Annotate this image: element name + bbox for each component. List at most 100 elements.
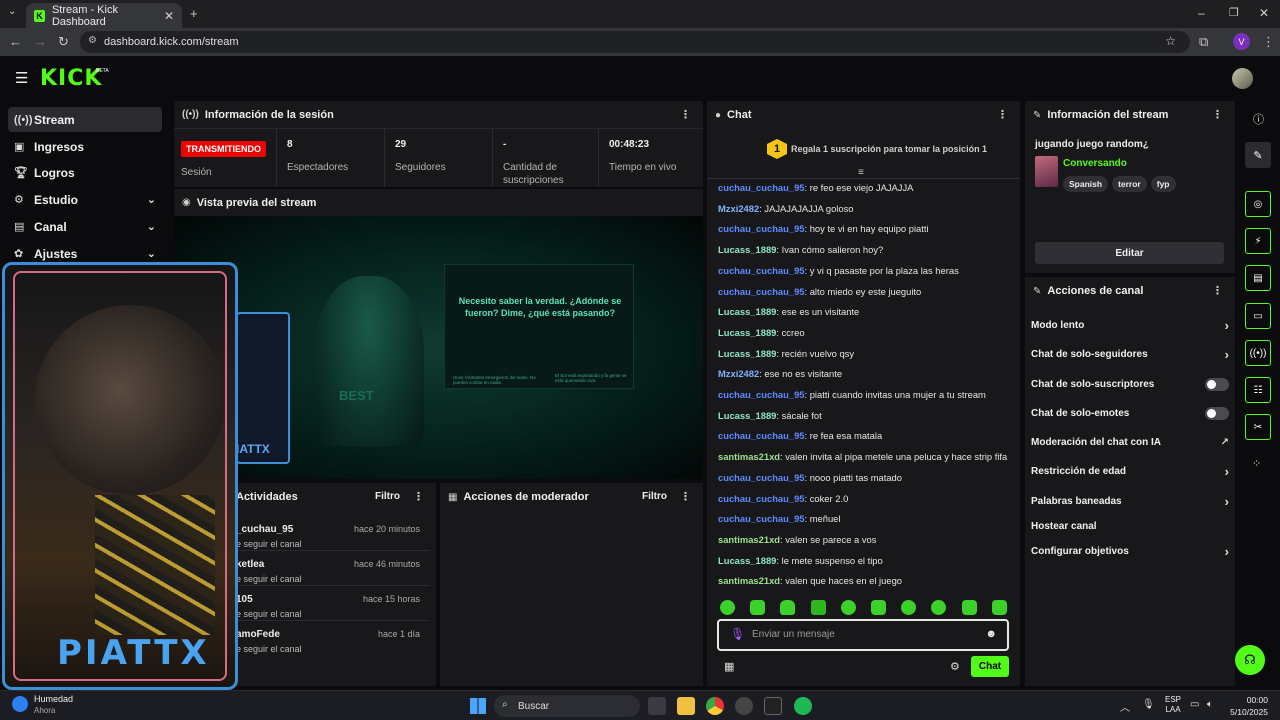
lightning-icon[interactable]: ⚡: [1245, 228, 1271, 254]
weather-icon[interactable]: [12, 696, 28, 712]
mod-filter-button[interactable]: Filtro: [642, 491, 667, 502]
task-view-icon[interactable]: [648, 697, 666, 715]
chat-username[interactable]: Lucass_1889: [718, 244, 776, 255]
chat-username[interactable]: cuchau_cuchau_95: [718, 265, 805, 276]
close-window-icon[interactable]: ✕: [1259, 6, 1269, 20]
url-field[interactable]: ⚙ dashboard.kick.com/stream ☆: [80, 31, 1190, 53]
emote-icon[interactable]: [931, 600, 946, 615]
file-explorer-icon[interactable]: [677, 697, 695, 715]
support-headset-icon[interactable]: ☊: [1235, 645, 1265, 675]
channel-action-followers-only[interactable]: Chat de solo-seguidores ›: [1031, 344, 1229, 364]
chat-username[interactable]: Lucass_1889: [718, 327, 776, 338]
site-info-icon[interactable]: ⚙: [88, 35, 97, 46]
clock[interactable]: 00:00 5/10/2025: [1226, 694, 1268, 718]
chat-username[interactable]: santimas21xd: [718, 575, 780, 586]
more-options-icon[interactable]: ⋮: [1212, 108, 1223, 121]
capcut-icon[interactable]: [764, 697, 782, 715]
sidebar-item-stream[interactable]: ((•)) Stream: [8, 107, 162, 132]
tray-chevron-icon[interactable]: ︿: [1120, 699, 1130, 714]
sidebar-item-canal[interactable]: ▤ Canal ⌄: [8, 214, 162, 239]
windows-start-icon[interactable]: [470, 698, 486, 714]
chat-username[interactable]: cuchau_cuchau_95: [718, 513, 805, 524]
more-options-icon[interactable]: ⋮: [1212, 284, 1223, 297]
chat-username[interactable]: cuchau_cuchau_95: [718, 389, 805, 400]
chat-username[interactable]: santimas21xd: [718, 451, 780, 462]
more-options-icon[interactable]: ⋮: [997, 108, 1008, 121]
chrome-icon[interactable]: [706, 697, 724, 715]
close-tab-icon[interactable]: ✕: [164, 9, 174, 23]
chat-username[interactable]: cuchau_cuchau_95: [718, 182, 805, 193]
emote-icon[interactable]: [841, 600, 856, 615]
edit-layout-icon[interactable]: ✎: [1245, 142, 1271, 168]
chat-input-box[interactable]: 🎙︎ Enviar un mensaje ☻: [717, 619, 1009, 651]
chat-collapse-icon[interactable]: ≡: [858, 167, 864, 178]
layout-icon[interactable]: ☷: [1245, 377, 1271, 403]
chat-username[interactable]: Lucass_1889: [718, 410, 776, 421]
emote-icon[interactable]: [871, 600, 886, 615]
chat-username[interactable]: cuchau_cuchau_95: [718, 286, 805, 297]
category-name[interactable]: Conversando: [1063, 158, 1127, 169]
chat-username[interactable]: cuchau_cuchau_95: [718, 223, 805, 234]
more-options-icon[interactable]: ⋮: [680, 108, 691, 121]
browser-menu-icon[interactable]: ⋮: [1262, 34, 1275, 50]
back-icon[interactable]: ←: [9, 34, 22, 49]
obs-icon[interactable]: ◎: [1245, 191, 1271, 217]
taskbar-search[interactable]: ⌕ Buscar: [494, 695, 640, 717]
emoji-picker-icon[interactable]: ☻: [985, 628, 997, 640]
chat-username[interactable]: Lucass_1889: [718, 348, 776, 359]
volume-icon[interactable]: 🔈︎: [1207, 699, 1213, 710]
channel-action-goals[interactable]: Configurar objetivos ›: [1031, 541, 1229, 561]
emotes-only-toggle[interactable]: [1205, 406, 1229, 420]
chat-username[interactable]: cuchau_cuchau_95: [718, 472, 805, 483]
sidebar-item-logros[interactable]: 🏆︎ Logros: [8, 160, 162, 185]
chat-settings-icon[interactable]: ⚙: [950, 660, 960, 673]
tool-icon[interactable]: ✂: [1245, 414, 1271, 440]
profile-avatar[interactable]: V: [1233, 33, 1250, 50]
notes-icon[interactable]: ▤: [1245, 265, 1271, 291]
maximize-icon[interactable]: ❐: [1229, 6, 1239, 19]
send-chat-button[interactable]: Chat: [971, 656, 1009, 677]
emote-icon[interactable]: [992, 600, 1007, 615]
broadcast-rail-icon[interactable]: ((•)): [1245, 340, 1271, 366]
channel-action-ai-moderation[interactable]: Moderación del chat con IA ↗: [1031, 432, 1229, 452]
chat-username[interactable]: cuchau_cuchau_95: [718, 493, 805, 504]
emote-icon[interactable]: [750, 600, 765, 615]
gift-leaderboard-text[interactable]: Regala 1 suscripción para tomar la posic…: [791, 144, 987, 154]
more-options-icon[interactable]: ⋮: [413, 490, 424, 503]
emote-icon[interactable]: [811, 600, 826, 615]
subs-only-toggle[interactable]: [1205, 377, 1229, 391]
network-icon[interactable]: ▭: [1190, 699, 1199, 710]
minimize-icon[interactable]: –: [1198, 6, 1205, 20]
channel-action-slow-mode[interactable]: Modo lento ›: [1031, 315, 1229, 335]
channel-action-host[interactable]: Hostear canal: [1031, 516, 1229, 536]
chat-username[interactable]: Lucass_1889: [718, 306, 776, 317]
stream-preview-video[interactable]: Necesito saber la verdad. ¿Adónde se fue…: [174, 216, 703, 479]
emote-icon[interactable]: [901, 600, 916, 615]
extensions-icon[interactable]: ⧉: [1199, 34, 1208, 50]
chat-username[interactable]: Lucass_1889: [718, 555, 776, 566]
chat-username[interactable]: santimas21xd: [718, 534, 780, 545]
chat-input-placeholder[interactable]: Enviar un mensaje: [752, 629, 835, 640]
bookmark-star-icon[interactable]: ☆: [1165, 34, 1176, 48]
emote-icon[interactable]: [720, 600, 735, 615]
spotify-icon[interactable]: [794, 697, 812, 715]
tray-mic-icon[interactable]: 🎙︎: [1142, 699, 1155, 710]
user-avatar[interactable]: [1232, 68, 1253, 89]
store-icon[interactable]: ▦: [724, 660, 734, 673]
chat-username[interactable]: Mzxi2482: [718, 203, 759, 214]
emote-icon[interactable]: [962, 600, 977, 615]
chat-username[interactable]: Mzxi2482: [718, 368, 759, 379]
activity-filter-button[interactable]: Filtro: [375, 491, 400, 502]
more-options-icon[interactable]: ⋮: [680, 490, 691, 503]
microphone-icon[interactable]: 🎙︎: [730, 627, 745, 641]
kick-logo[interactable]: KICK: [40, 66, 102, 91]
chat-popout-icon[interactable]: ▭: [1245, 303, 1271, 329]
sidebar-item-estudio[interactable]: ⚙ Estudio ⌄: [8, 187, 162, 212]
tab-list-icon[interactable]: ⌄: [8, 6, 16, 17]
edit-stream-button[interactable]: Editar: [1035, 242, 1224, 264]
sidebar-item-ingresos[interactable]: ▣ Ingresos: [8, 134, 162, 159]
browser-tab[interactable]: K Stream - Kick Dashboard ✕: [26, 3, 182, 28]
channel-action-age-restriction[interactable]: Restricción de edad ›: [1031, 461, 1229, 481]
new-tab-icon[interactable]: +: [190, 6, 198, 21]
app-icon[interactable]: [735, 697, 753, 715]
